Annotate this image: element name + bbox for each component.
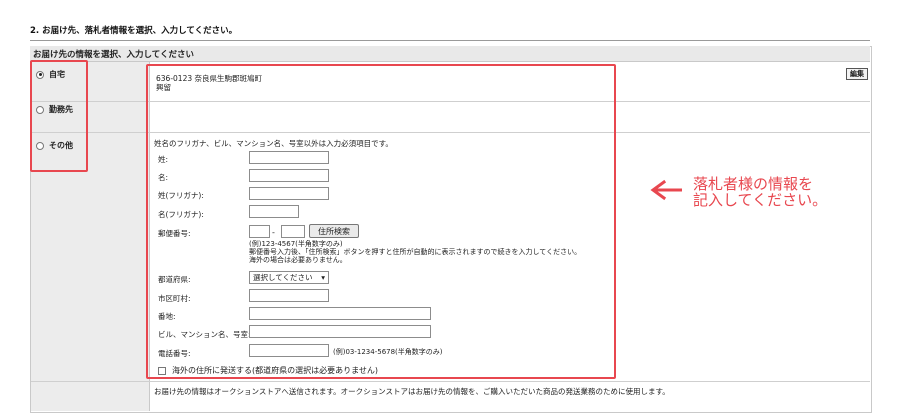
row-divider [31,381,870,382]
highlight-destination-choices [30,60,88,172]
section-title: お届け先の情報を選択、入力してください [33,50,194,60]
left-arrow-icon [650,179,682,201]
section-header: お届け先の情報を選択、入力してください [30,46,870,62]
footer-note: お届け先の情報はオークションストアへ送信されます。オークションストアはお届け先の… [154,387,670,396]
instruction-callout: 落札者様の情報を 記入してください。 [693,176,827,208]
callout-line-2: 記入してください。 [693,191,828,209]
step-title: 2. お届け先、落札者情報を選択、入力してください。 [30,26,238,36]
edit-address-button[interactable]: 編集 [846,68,868,80]
divider [30,40,870,41]
callout-line-1: 落札者様の情報を [693,175,814,193]
highlight-address-form [146,64,616,379]
